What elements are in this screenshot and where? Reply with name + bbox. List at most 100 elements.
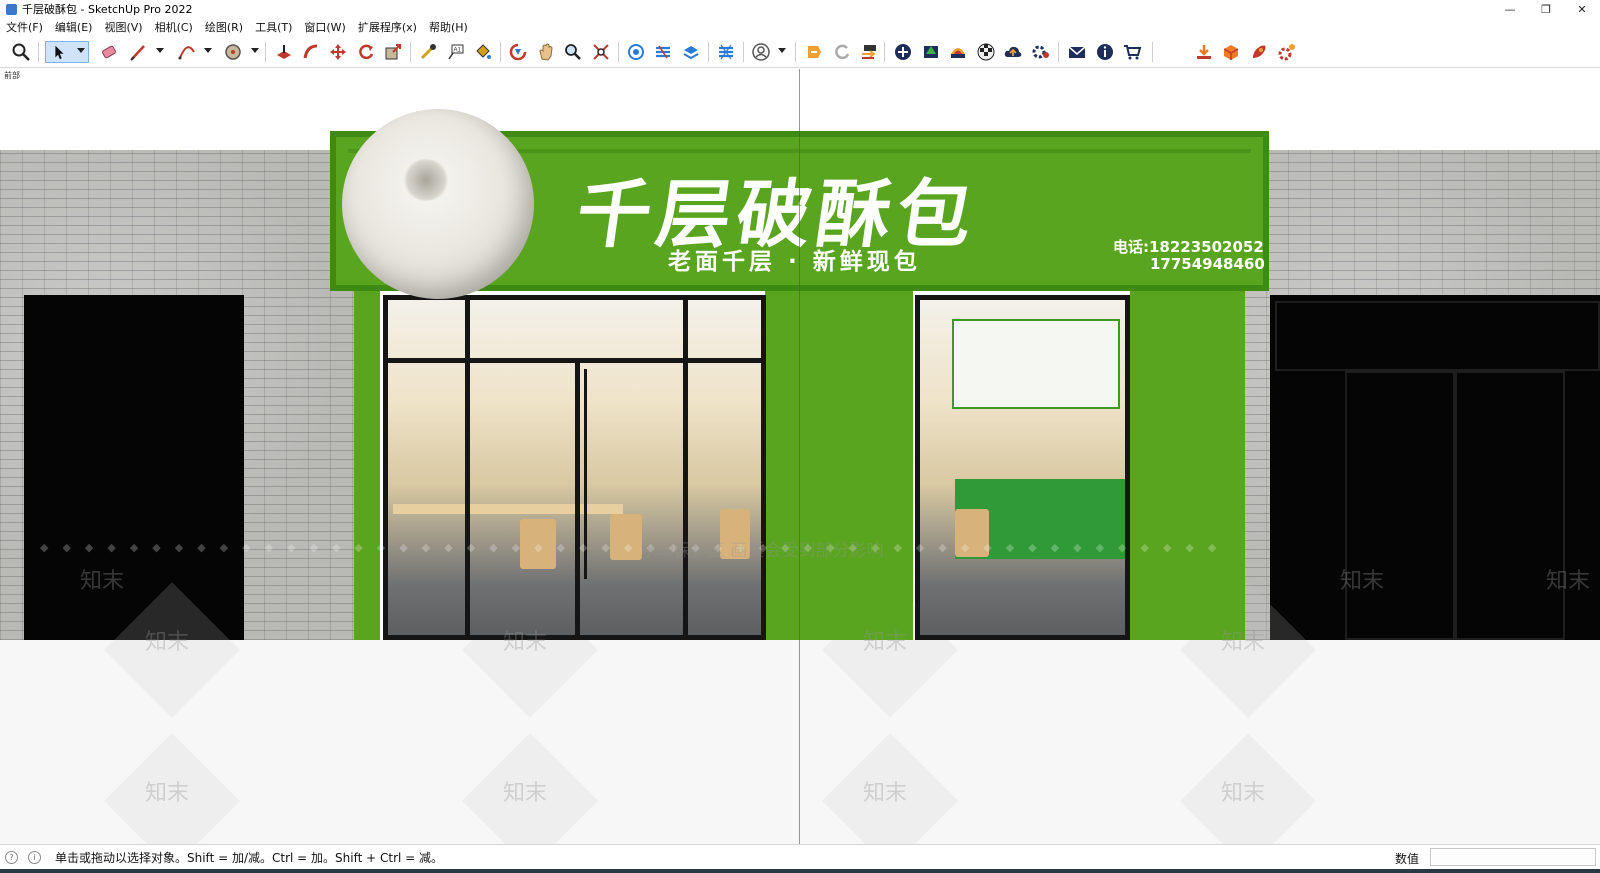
mail-icon[interactable] — [1066, 41, 1088, 63]
extension-manager-icon[interactable] — [715, 41, 737, 63]
scene-tab-label[interactable]: 前部 — [4, 70, 20, 81]
arc-icon[interactable] — [176, 41, 198, 63]
toolbar-separator — [1058, 42, 1059, 62]
transfer-icon[interactable] — [858, 41, 880, 63]
sync-icon[interactable] — [831, 41, 853, 63]
account-icon[interactable] — [750, 41, 772, 63]
sketchup-window: 千层破酥包 - SketchUp Pro 2022 — ❐ ✕ 文件(F) 编辑… — [0, 0, 1600, 873]
menu-extensions[interactable]: 扩展程序(x) — [352, 19, 423, 35]
paint-bucket-icon[interactable] — [472, 41, 494, 63]
right-door-panel — [1345, 371, 1455, 640]
tree-icon[interactable] — [920, 41, 942, 63]
move-icon[interactable] — [327, 41, 349, 63]
right-door-transom — [1275, 301, 1600, 371]
push-pull-icon[interactable] — [273, 41, 295, 63]
menu-window[interactable]: 窗口(W) — [298, 19, 351, 35]
menu-bar: 文件(F) 编辑(E) 视图(V) 相机(C) 绘图(R) 工具(T) 窗口(W… — [0, 18, 1600, 35]
warehouse-icon[interactable] — [625, 41, 647, 63]
ground-plane — [0, 640, 1600, 844]
toolbar-separator — [1152, 42, 1153, 62]
steamed-bun-logo — [342, 109, 534, 299]
checker-sphere-icon[interactable] — [975, 41, 997, 63]
component-box-icon[interactable] — [1220, 41, 1242, 63]
measurements-label: 数值 — [1395, 852, 1420, 866]
watermark-brand: 知末 — [145, 781, 190, 806]
title-bar: 千层破酥包 - SketchUp Pro 2022 — ❐ ✕ — [0, 0, 1600, 18]
measurements-input[interactable] — [1430, 848, 1596, 866]
eraser-icon[interactable] — [98, 41, 120, 63]
orbit-icon[interactable] — [507, 41, 529, 63]
shop-phone-primary: 电话:18223502052 — [1113, 238, 1264, 256]
preferences-gear-icon[interactable] — [1276, 41, 1298, 63]
drawing-viewport[interactable]: 前部 ◆◆◆◆◆◆◆◆◆◆◆◆◆◆◆◆◆◆◆◆◆◆◆◆◆◆◆◆◆◆◆◆◆◆◆◆◆… — [0, 69, 1600, 844]
minimize-button[interactable]: — — [1492, 0, 1528, 18]
right-door-panel — [1455, 371, 1565, 640]
watermark-brand: 知末 — [503, 781, 548, 806]
line-dropdown-icon[interactable] — [156, 48, 164, 53]
circle-shape-icon[interactable] — [222, 41, 244, 63]
zoom-tool-icon[interactable] — [562, 41, 584, 63]
menu-draw[interactable]: 绘图(R) — [199, 19, 249, 35]
watermark-brand: 知末 — [1340, 569, 1385, 594]
watermark-brand: 知末 — [863, 630, 908, 655]
restore-button[interactable]: ❐ — [1528, 0, 1564, 18]
interior-menu-board — [952, 319, 1120, 409]
export-icon[interactable] — [803, 41, 825, 63]
add-circle-icon[interactable] — [892, 41, 914, 63]
settings-gear-icon[interactable] — [1030, 41, 1052, 63]
watermark-brand: 知末 — [145, 630, 190, 655]
layers-icon[interactable] — [680, 41, 702, 63]
window-controls: — ❐ ✕ — [1492, 0, 1600, 18]
zoom-extents-icon[interactable] — [590, 41, 612, 63]
follow-me-icon[interactable] — [300, 41, 322, 63]
shape-dropdown-icon[interactable] — [251, 48, 259, 53]
menu-camera[interactable]: 相机(C) — [149, 19, 199, 35]
pencil-line-icon[interactable] — [127, 41, 149, 63]
select-dropdown-icon[interactable] — [77, 48, 85, 53]
left-green-pillar — [354, 289, 380, 640]
account-dropdown-icon[interactable] — [778, 48, 786, 53]
center-green-pillar — [765, 289, 913, 640]
status-hint: 单击或拖动以选择对象。Shift = 加/减。Ctrl = 加。Shift + … — [55, 850, 444, 865]
toolbar-separator — [708, 42, 709, 62]
sketchup-logo-icon — [6, 3, 17, 15]
watermark-brand: 知末 — [1221, 781, 1266, 806]
window-title: 千层破酥包 - SketchUp Pro 2022 — [22, 3, 193, 16]
arc-dropdown-icon[interactable] — [204, 48, 212, 53]
info-icon[interactable] — [1094, 41, 1116, 63]
toolbar-separator — [38, 42, 39, 62]
right-green-pillar — [1130, 289, 1245, 640]
menu-tools[interactable]: 工具(T) — [249, 19, 298, 35]
menu-help[interactable]: 帮助(H) — [423, 19, 474, 35]
watermark-brand: 知末 — [80, 569, 125, 594]
cloud-upload-icon[interactable] — [1002, 41, 1024, 63]
toolbar-separator — [618, 42, 619, 62]
menu-file[interactable]: 文件(F) — [0, 19, 49, 35]
watermark-brand: 知末 — [503, 630, 548, 655]
pan-hand-icon[interactable] — [535, 41, 557, 63]
geolocation-icon[interactable]: ? — [5, 850, 18, 864]
green-axis-line — [799, 69, 800, 844]
tape-measure-icon[interactable] — [417, 41, 439, 63]
menu-edit[interactable]: 编辑(E) — [49, 19, 99, 35]
toolbar-separator — [795, 42, 796, 62]
left-neighbor-door — [24, 295, 244, 640]
rainbow-icon[interactable] — [947, 41, 969, 63]
plugin-rocket-icon[interactable] — [1248, 41, 1270, 63]
scale-icon[interactable] — [382, 41, 404, 63]
menu-view[interactable]: 视图(V) — [98, 19, 148, 35]
toolbar-separator — [410, 42, 411, 62]
glass-mullion — [575, 363, 580, 640]
toolbar-separator — [500, 42, 501, 62]
extension-warehouse-icon[interactable] — [652, 41, 674, 63]
watermark-notice: 水印保护区 画质会受到部分影响 — [640, 541, 884, 561]
shop-phone-secondary: 17754948460 — [1150, 255, 1265, 273]
zoom-icon[interactable] — [10, 41, 32, 63]
cart-icon[interactable] — [1121, 41, 1143, 63]
rotate-icon[interactable] — [355, 41, 377, 63]
import-icon[interactable] — [1193, 41, 1215, 63]
text-tool-icon[interactable]: A1 — [445, 41, 467, 63]
glass-mullion — [683, 295, 688, 640]
close-button[interactable]: ✕ — [1564, 0, 1600, 18]
credits-info-icon[interactable]: i — [28, 850, 41, 864]
